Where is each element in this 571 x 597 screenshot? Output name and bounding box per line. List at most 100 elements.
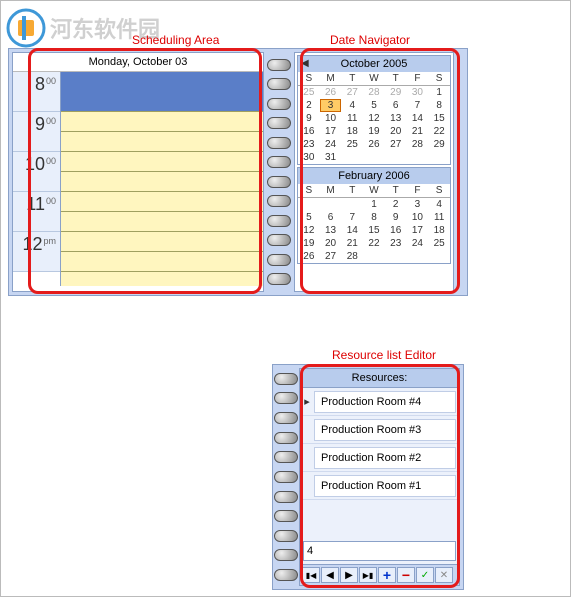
calendar-day[interactable]: 27 bbox=[385, 138, 407, 151]
calendar-day[interactable]: 6 bbox=[385, 99, 407, 112]
calendar-day[interactable]: 15 bbox=[363, 224, 385, 237]
calendar-day[interactable]: 11 bbox=[428, 211, 450, 224]
calendar-day[interactable]: 22 bbox=[363, 237, 385, 250]
calendar-day[interactable]: 1 bbox=[363, 198, 385, 211]
calendar-day[interactable]: 26 bbox=[363, 138, 385, 151]
calendar-day[interactable]: 8 bbox=[428, 99, 450, 112]
calendar-day[interactable]: 30 bbox=[298, 151, 320, 164]
calendar-day[interactable]: 4 bbox=[341, 99, 363, 112]
calendar-day[interactable] bbox=[341, 198, 363, 211]
calendar-day[interactable]: 13 bbox=[320, 224, 342, 237]
calendar-day[interactable] bbox=[320, 198, 342, 211]
nav-prev-button[interactable]: ◀ bbox=[321, 567, 339, 583]
calendar-day[interactable]: 2 bbox=[385, 198, 407, 211]
resource-row[interactable]: ▸Production Room #4 bbox=[300, 388, 459, 416]
prev-month-icon[interactable]: ◀ bbox=[301, 58, 309, 69]
calendar-day[interactable]: 24 bbox=[407, 237, 429, 250]
appointment-column[interactable] bbox=[61, 72, 263, 286]
calendar-day[interactable]: 11 bbox=[341, 112, 363, 125]
calendar-day[interactable]: 19 bbox=[363, 125, 385, 138]
calendar-day[interactable]: 1 bbox=[428, 86, 450, 99]
calendar-day[interactable] bbox=[363, 250, 385, 263]
calendar-day[interactable]: 14 bbox=[407, 112, 429, 125]
delete-button[interactable]: − bbox=[397, 567, 415, 583]
calendar-day[interactable]: 28 bbox=[363, 86, 385, 99]
calendar-day[interactable]: 25 bbox=[341, 138, 363, 151]
calendar-day[interactable]: 16 bbox=[298, 125, 320, 138]
calendar-day[interactable]: 27 bbox=[320, 250, 342, 263]
calendar-day[interactable]: 16 bbox=[385, 224, 407, 237]
calendar-day[interactable]: 19 bbox=[298, 237, 320, 250]
calendar-day[interactable]: 21 bbox=[407, 125, 429, 138]
resource-name[interactable]: Production Room #2 bbox=[314, 447, 456, 469]
calendar-day[interactable]: 22 bbox=[428, 125, 450, 138]
calendar-day[interactable]: 10 bbox=[320, 112, 342, 125]
nav-first-button[interactable]: ▮◀ bbox=[302, 567, 320, 583]
calendar-day[interactable]: 5 bbox=[363, 99, 385, 112]
calendar-day[interactable]: 21 bbox=[341, 237, 363, 250]
calendar-day[interactable]: 28 bbox=[407, 138, 429, 151]
calendar-day[interactable] bbox=[385, 151, 407, 164]
calendar-day[interactable] bbox=[407, 250, 429, 263]
calendar-day[interactable]: 8 bbox=[363, 211, 385, 224]
cancel-button[interactable]: ✕ bbox=[435, 567, 453, 583]
calendar-day[interactable]: 12 bbox=[298, 224, 320, 237]
nav-last-button[interactable]: ▶▮ bbox=[359, 567, 377, 583]
appointment-slot-selected[interactable] bbox=[61, 72, 263, 112]
calendar-day[interactable]: 23 bbox=[385, 237, 407, 250]
calendar-day[interactable] bbox=[407, 151, 429, 164]
calendar-day[interactable] bbox=[428, 151, 450, 164]
calendar-day[interactable]: 10 bbox=[407, 211, 429, 224]
calendar-day[interactable]: 5 bbox=[298, 211, 320, 224]
resource-name[interactable]: Production Room #1 bbox=[314, 475, 456, 497]
add-button[interactable]: + bbox=[378, 567, 396, 583]
calendar-day[interactable]: 23 bbox=[298, 138, 320, 151]
calendar-day[interactable]: 12 bbox=[363, 112, 385, 125]
calendar-day[interactable] bbox=[428, 250, 450, 263]
calendar-day[interactable]: 17 bbox=[320, 125, 342, 138]
calendar-day[interactable]: 7 bbox=[407, 99, 429, 112]
calendar-day[interactable]: 18 bbox=[341, 125, 363, 138]
calendar-day[interactable]: 4 bbox=[428, 198, 450, 211]
calendar-day[interactable]: 26 bbox=[298, 250, 320, 263]
calendar-day[interactable]: 17 bbox=[407, 224, 429, 237]
calendar-day[interactable]: 29 bbox=[385, 86, 407, 99]
resource-row[interactable]: Production Room #1 bbox=[300, 472, 459, 500]
resource-row[interactable]: Production Room #2 bbox=[300, 444, 459, 472]
time-slot: 1100 bbox=[13, 192, 60, 232]
calendar-day[interactable]: 15 bbox=[428, 112, 450, 125]
calendar-day[interactable]: 26 bbox=[320, 86, 342, 99]
nav-next-button[interactable]: ▶ bbox=[340, 567, 358, 583]
calendar-day[interactable]: 27 bbox=[341, 86, 363, 99]
confirm-button[interactable]: ✓ bbox=[416, 567, 434, 583]
calendar-day[interactable]: 20 bbox=[320, 237, 342, 250]
resource-row[interactable]: Production Room #3 bbox=[300, 416, 459, 444]
calendar-day[interactable]: 6 bbox=[320, 211, 342, 224]
resource-name[interactable]: Production Room #3 bbox=[314, 419, 456, 441]
calendar-day[interactable]: 30 bbox=[407, 86, 429, 99]
calendar-day[interactable]: 24 bbox=[320, 138, 342, 151]
calendar-day[interactable]: 29 bbox=[428, 138, 450, 151]
calendar-day[interactable]: 3 bbox=[407, 198, 429, 211]
calendar-day[interactable]: 3 bbox=[320, 99, 342, 112]
calendar-day[interactable] bbox=[363, 151, 385, 164]
resource-name[interactable]: Production Room #4 bbox=[314, 391, 456, 413]
calendar-day[interactable]: 25 bbox=[298, 86, 320, 99]
calendar-day[interactable]: 28 bbox=[341, 250, 363, 263]
calendar-day[interactable] bbox=[341, 151, 363, 164]
label-date-navigator: Date Navigator bbox=[330, 33, 410, 47]
calendar-day[interactable]: 7 bbox=[341, 211, 363, 224]
calendar-day[interactable]: 20 bbox=[385, 125, 407, 138]
calendar-day[interactable]: 31 bbox=[320, 151, 342, 164]
calendar-title: October 2005◀ bbox=[298, 56, 450, 72]
calendar-day[interactable] bbox=[298, 198, 320, 211]
calendar-day[interactable] bbox=[385, 250, 407, 263]
calendar-day[interactable]: 18 bbox=[428, 224, 450, 237]
calendar-day[interactable]: 14 bbox=[341, 224, 363, 237]
calendar-day[interactable]: 13 bbox=[385, 112, 407, 125]
calendar-day[interactable]: 9 bbox=[385, 211, 407, 224]
calendar-day[interactable]: 2 bbox=[298, 99, 320, 112]
resource-count-input[interactable] bbox=[303, 541, 456, 561]
calendar-day[interactable]: 9 bbox=[298, 112, 320, 125]
calendar-day[interactable]: 25 bbox=[428, 237, 450, 250]
